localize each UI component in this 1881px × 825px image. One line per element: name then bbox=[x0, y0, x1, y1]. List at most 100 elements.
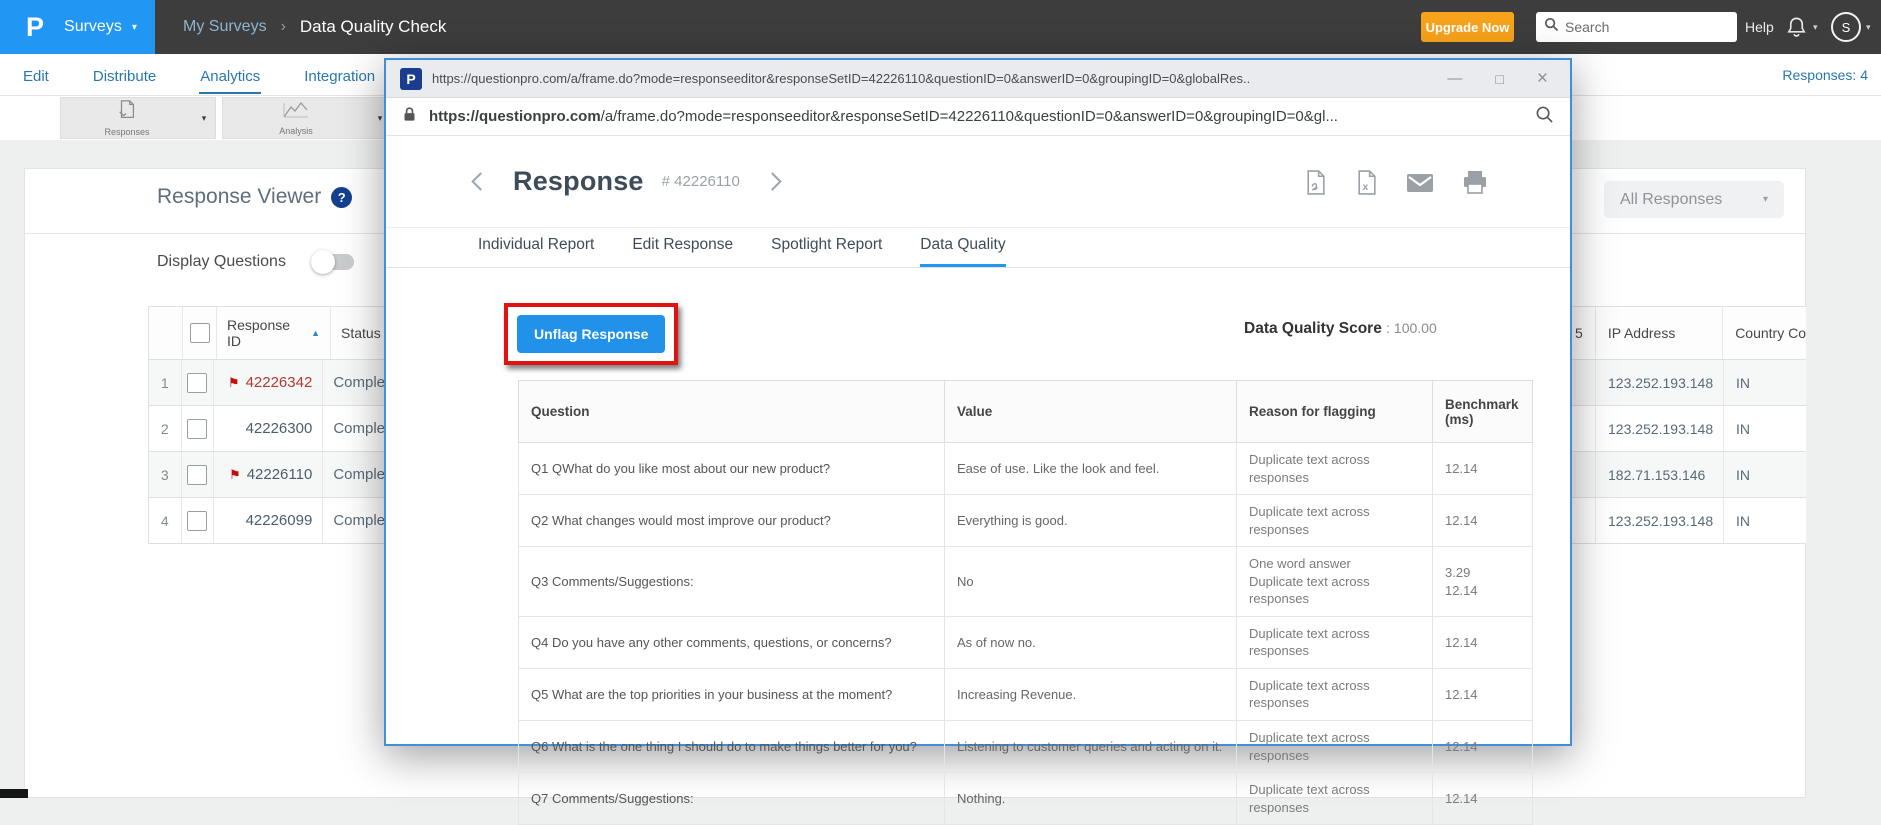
modal-title-bar[interactable]: P https://questionpro.com/a/frame.do?mod… bbox=[386, 60, 1570, 98]
table-row[interactable]: 1 ⚑ 42226342 Comple bbox=[148, 360, 386, 406]
row-number: 3 bbox=[149, 452, 182, 497]
help-icon[interactable]: ? bbox=[331, 186, 353, 208]
tab-spotlight-report[interactable]: Spotlight Report bbox=[771, 236, 882, 267]
avatar[interactable]: S bbox=[1831, 12, 1861, 42]
response-id-label: # 42226110 bbox=[661, 173, 740, 190]
row-checkbox[interactable] bbox=[187, 464, 208, 485]
toolbar-responses-button[interactable]: Responses ▾ bbox=[60, 97, 216, 139]
value-cell: Everything is good. bbox=[944, 494, 1237, 548]
tab-analytics[interactable]: Analytics bbox=[199, 57, 261, 94]
reason-cell: One word answer Duplicate text across re… bbox=[1236, 546, 1433, 617]
zoom-search-icon[interactable] bbox=[1535, 105, 1554, 129]
question-cell: Q4 Do you have any other comments, quest… bbox=[518, 615, 945, 669]
close-icon[interactable]: × bbox=[1537, 68, 1548, 90]
benchmark-cell: 3.29 12.14 bbox=[1432, 546, 1533, 617]
toolbar-analysis-button[interactable]: Analysis ▾ bbox=[222, 97, 392, 139]
row-number-header bbox=[149, 307, 183, 359]
response-id[interactable]: 42226099 bbox=[246, 512, 313, 529]
question-cell: Q5 What are the top priorities in your b… bbox=[518, 667, 945, 722]
flag-icon: ⚑ bbox=[227, 374, 240, 390]
table-row: 123.252.193.148 IN bbox=[1572, 406, 1806, 452]
responses-table-left: Response ID ▲ Status 1 ⚑ 42226342 Comple … bbox=[148, 306, 386, 544]
value-cell: Ease of use. Like the look and feel. bbox=[944, 441, 1237, 496]
minimize-icon[interactable]: — bbox=[1447, 70, 1462, 87]
email-icon[interactable] bbox=[1407, 173, 1433, 192]
search-input[interactable] bbox=[1565, 19, 1729, 35]
window-controls: — □ × bbox=[1447, 68, 1556, 90]
row-checkbox[interactable] bbox=[187, 418, 208, 439]
display-questions-toggle[interactable] bbox=[310, 250, 354, 274]
status-cell: Comple bbox=[333, 466, 385, 483]
chevron-down-icon: ▾ bbox=[1813, 22, 1818, 32]
benchmark-cell: 12.14 bbox=[1432, 667, 1533, 722]
ip-address-header: IP Address bbox=[1596, 307, 1724, 359]
reason-cell: Duplicate text across responses bbox=[1236, 494, 1433, 548]
modal-tabs: Individual Report Edit Response Spotligh… bbox=[386, 228, 1570, 268]
country-cell: IN bbox=[1736, 420, 1750, 437]
row-checkbox[interactable] bbox=[187, 372, 208, 393]
all-responses-dropdown[interactable]: All Responses ▾ bbox=[1604, 181, 1784, 218]
table-header-row: 5 IP Address Country Co bbox=[1572, 306, 1806, 360]
question-cell: Q6 What is the one thing I should do to … bbox=[518, 720, 945, 774]
toolbar-responses-label: Responses bbox=[104, 127, 150, 137]
print-icon[interactable] bbox=[1463, 171, 1487, 194]
row-number: 1 bbox=[149, 360, 182, 405]
address-bar[interactable]: https://questionpro.com/a/frame.do?mode=… bbox=[386, 98, 1570, 136]
value-cell: Nothing. bbox=[944, 772, 1237, 825]
status-cell: Comple bbox=[333, 374, 385, 391]
reason-cell: Duplicate text across responses bbox=[1236, 615, 1433, 669]
upgrade-now-button[interactable]: Upgrade Now bbox=[1421, 12, 1514, 42]
chevron-down-icon: ▾ bbox=[201, 112, 207, 123]
response-id-header-label: Response ID bbox=[227, 317, 291, 349]
row-number: 4 bbox=[149, 498, 182, 543]
value-cell: Increasing Revenue. bbox=[944, 667, 1237, 722]
toggle-knob bbox=[310, 250, 335, 274]
maximize-icon[interactable]: □ bbox=[1495, 71, 1503, 87]
tab-data-quality[interactable]: Data Quality bbox=[920, 236, 1006, 267]
ip-address-cell: 123.252.193.148 bbox=[1596, 498, 1724, 543]
analysis-chart-icon bbox=[282, 100, 310, 125]
table-row[interactable]: 4 42226099 Comple bbox=[148, 498, 386, 544]
reason-cell: Duplicate text across responses bbox=[1236, 441, 1433, 496]
help-link[interactable]: Help bbox=[1745, 0, 1774, 54]
table-row[interactable]: 2 42226300 Comple bbox=[148, 406, 386, 452]
page-title-text: Response Viewer bbox=[157, 185, 322, 208]
tab-edit-response[interactable]: Edit Response bbox=[632, 236, 733, 267]
country-code-header: Country Co bbox=[1735, 325, 1806, 341]
svg-text:x: x bbox=[1363, 182, 1369, 193]
product-switcher[interactable]: P Surveys ▾ bbox=[0, 0, 155, 54]
table-header-row: Question Value Reason for flagging Bench… bbox=[518, 380, 1533, 443]
tab-edit[interactable]: Edit bbox=[22, 57, 50, 94]
select-all-checkbox[interactable] bbox=[189, 323, 210, 343]
previous-response-icon[interactable] bbox=[471, 172, 490, 191]
row-checkbox[interactable] bbox=[187, 510, 208, 531]
tab-distribute[interactable]: Distribute bbox=[92, 57, 157, 94]
response-title: Response bbox=[513, 166, 644, 196]
responses-doc-icon bbox=[116, 99, 138, 126]
tab-individual-report[interactable]: Individual Report bbox=[478, 236, 594, 267]
country-cell: IN bbox=[1736, 512, 1750, 529]
response-id[interactable]: 42226300 bbox=[246, 420, 313, 437]
unflag-response-button[interactable]: Unflag Response bbox=[517, 315, 666, 353]
table-row: Q2 What changes would most improve our p… bbox=[518, 494, 1533, 548]
response-id-header[interactable]: Response ID ▲ bbox=[217, 307, 331, 359]
lock-icon bbox=[402, 105, 417, 128]
export-pdf-icon[interactable] bbox=[1305, 170, 1326, 195]
page-title: Response Viewer ? bbox=[157, 185, 353, 209]
address-path: /a/frame.do?mode=responseeditor&response… bbox=[600, 108, 1338, 125]
chevron-down-icon: ▾ bbox=[131, 21, 137, 33]
notifications-bell-icon[interactable] bbox=[1785, 15, 1808, 44]
export-excel-icon[interactable]: x bbox=[1356, 170, 1377, 195]
breadcrumb-my-surveys[interactable]: My Surveys bbox=[183, 18, 267, 36]
table-row[interactable]: 3 ⚑ 42226110 Comple bbox=[148, 452, 386, 498]
response-id[interactable]: 42226342 bbox=[246, 374, 313, 391]
response-id[interactable]: 42226110 bbox=[247, 466, 313, 483]
tab-integration[interactable]: Integration bbox=[303, 57, 376, 94]
question-cell: Q2 What changes would most improve our p… bbox=[518, 494, 945, 548]
responses-table-right: 5 IP Address Country Co 123.252.193.148 … bbox=[1572, 306, 1806, 544]
response-header: Response # 42226110 x bbox=[386, 136, 1570, 228]
next-response-icon[interactable] bbox=[763, 172, 782, 191]
clipped-column-header: 5 bbox=[1572, 307, 1596, 359]
taskbar-sliver bbox=[0, 789, 28, 798]
brand-label: Surveys bbox=[64, 18, 122, 35]
